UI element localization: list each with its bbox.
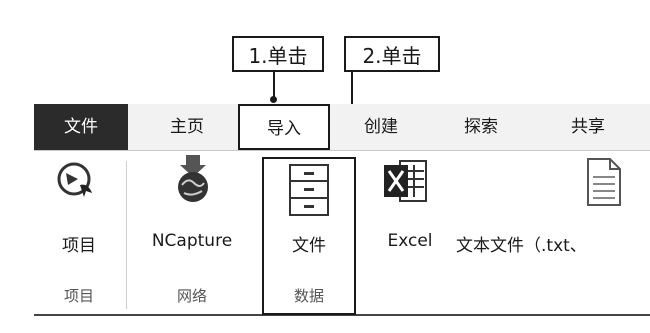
project-button[interactable]: 项目 [40,155,118,261]
project-icon [57,162,92,197]
text-file-button-label: 文本文件（.txt、 [456,236,587,256]
text-file-button[interactable]: 文本文件（.txt、 [450,155,650,261]
tab-file[interactable]: 文件 [34,104,128,150]
group-label-project: 项目 [63,287,94,305]
callout-step2: 2.单击 [344,36,440,72]
tab-create[interactable]: 创建 [346,104,416,150]
tab-explore[interactable]: 探索 [446,104,516,150]
group-label-network: 网络 [176,287,207,305]
tab-home[interactable]: 主页 [152,104,222,150]
excel-icon [384,160,427,202]
group-label-data: 数据 [293,287,324,305]
excel-button[interactable]: Excel [370,155,450,261]
file-cabinet-icon [289,164,329,216]
excel-button-label: Excel [387,231,433,251]
ncapture-button-label: NCapture [151,231,233,251]
callout-step1: 1.单击 [232,36,324,72]
ribbon: 文件 主页 导入 创建 探索 共享 项目 NCapture 文件 Excel 文… [34,104,650,316]
ncapture-button[interactable]: NCapture [134,155,250,261]
callout-step1-dot [270,96,277,103]
tab-share[interactable]: 共享 [552,104,624,150]
file-button[interactable]: 文件 [264,155,354,261]
file-button-label: 文件 [292,236,326,256]
ribbon-panel: 项目 NCapture 文件 Excel 文本文件（.txt、 项目 网络 数据 [34,151,650,316]
tab-import[interactable]: 导入 [238,104,330,150]
ribbon-tab-bar: 文件 主页 导入 创建 探索 共享 [34,104,650,151]
text-document-icon [587,158,621,206]
separator [126,161,127,309]
project-button-label: 项目 [62,236,96,256]
ncapture-icon [178,155,208,202]
